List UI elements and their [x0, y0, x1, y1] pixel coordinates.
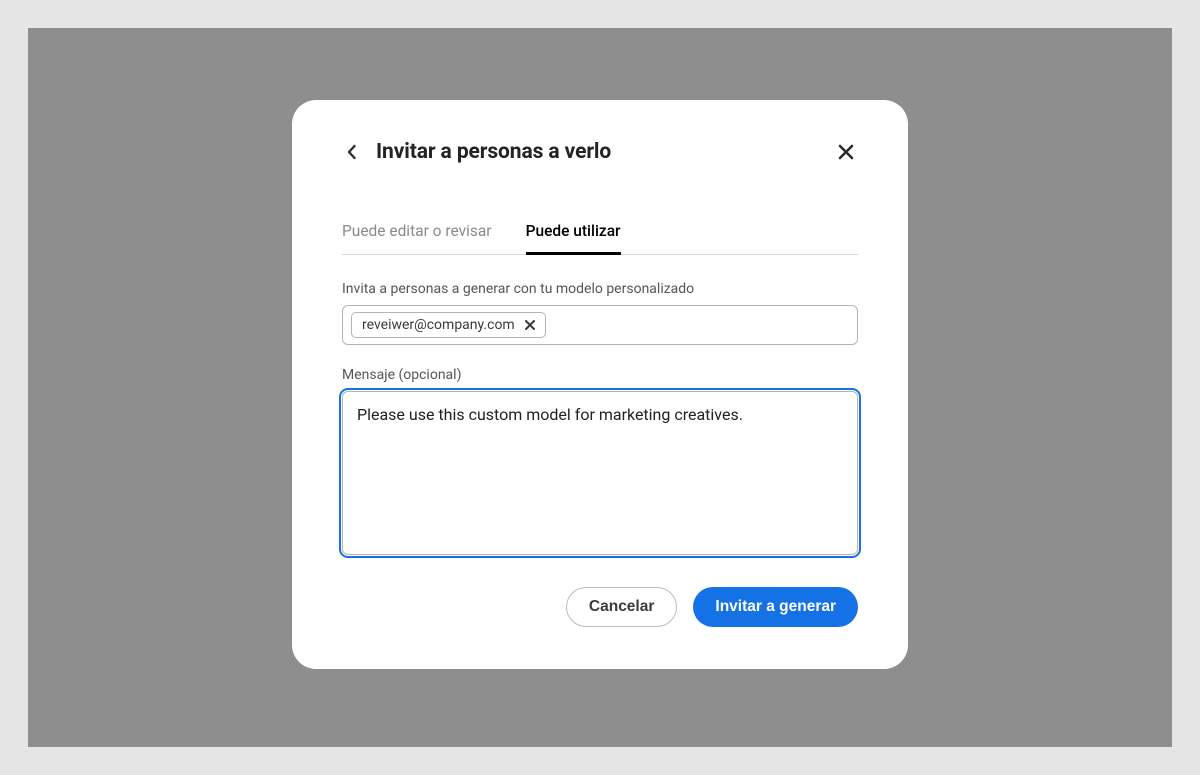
modal-title: Invitar a personas a verlo	[376, 140, 611, 164]
title-wrap: Invitar a personas a verlo	[342, 140, 611, 164]
chevron-left-icon	[346, 144, 358, 160]
modal-header: Invitar a personas a verlo	[342, 140, 858, 164]
close-icon	[838, 144, 854, 160]
tab-edit-review[interactable]: Puede editar o revisar	[342, 212, 492, 254]
invite-email-input[interactable]: reveiwer@company.com	[342, 305, 858, 345]
modal-actions: Cancelar Invitar a generar	[342, 587, 858, 627]
back-button[interactable]	[342, 142, 362, 162]
email-text-input[interactable]	[552, 317, 849, 333]
invite-label: Invita a personas a generar con tu model…	[342, 281, 858, 297]
email-chip: reveiwer@company.com	[351, 312, 546, 338]
message-textarea[interactable]	[342, 391, 858, 555]
invite-generate-button[interactable]: Invitar a generar	[693, 587, 858, 627]
email-chip-text: reveiwer@company.com	[362, 317, 515, 333]
message-label: Mensaje (opcional)	[342, 367, 858, 383]
cancel-button[interactable]: Cancelar	[566, 587, 677, 627]
close-button[interactable]	[834, 140, 858, 164]
permission-tabs: Puede editar o revisar Puede utilizar	[342, 212, 858, 255]
chip-remove-button[interactable]	[523, 318, 537, 332]
invite-modal: Invitar a personas a verlo Puede editar …	[292, 100, 908, 669]
tab-can-use[interactable]: Puede utilizar	[526, 212, 621, 254]
close-icon	[525, 320, 535, 330]
